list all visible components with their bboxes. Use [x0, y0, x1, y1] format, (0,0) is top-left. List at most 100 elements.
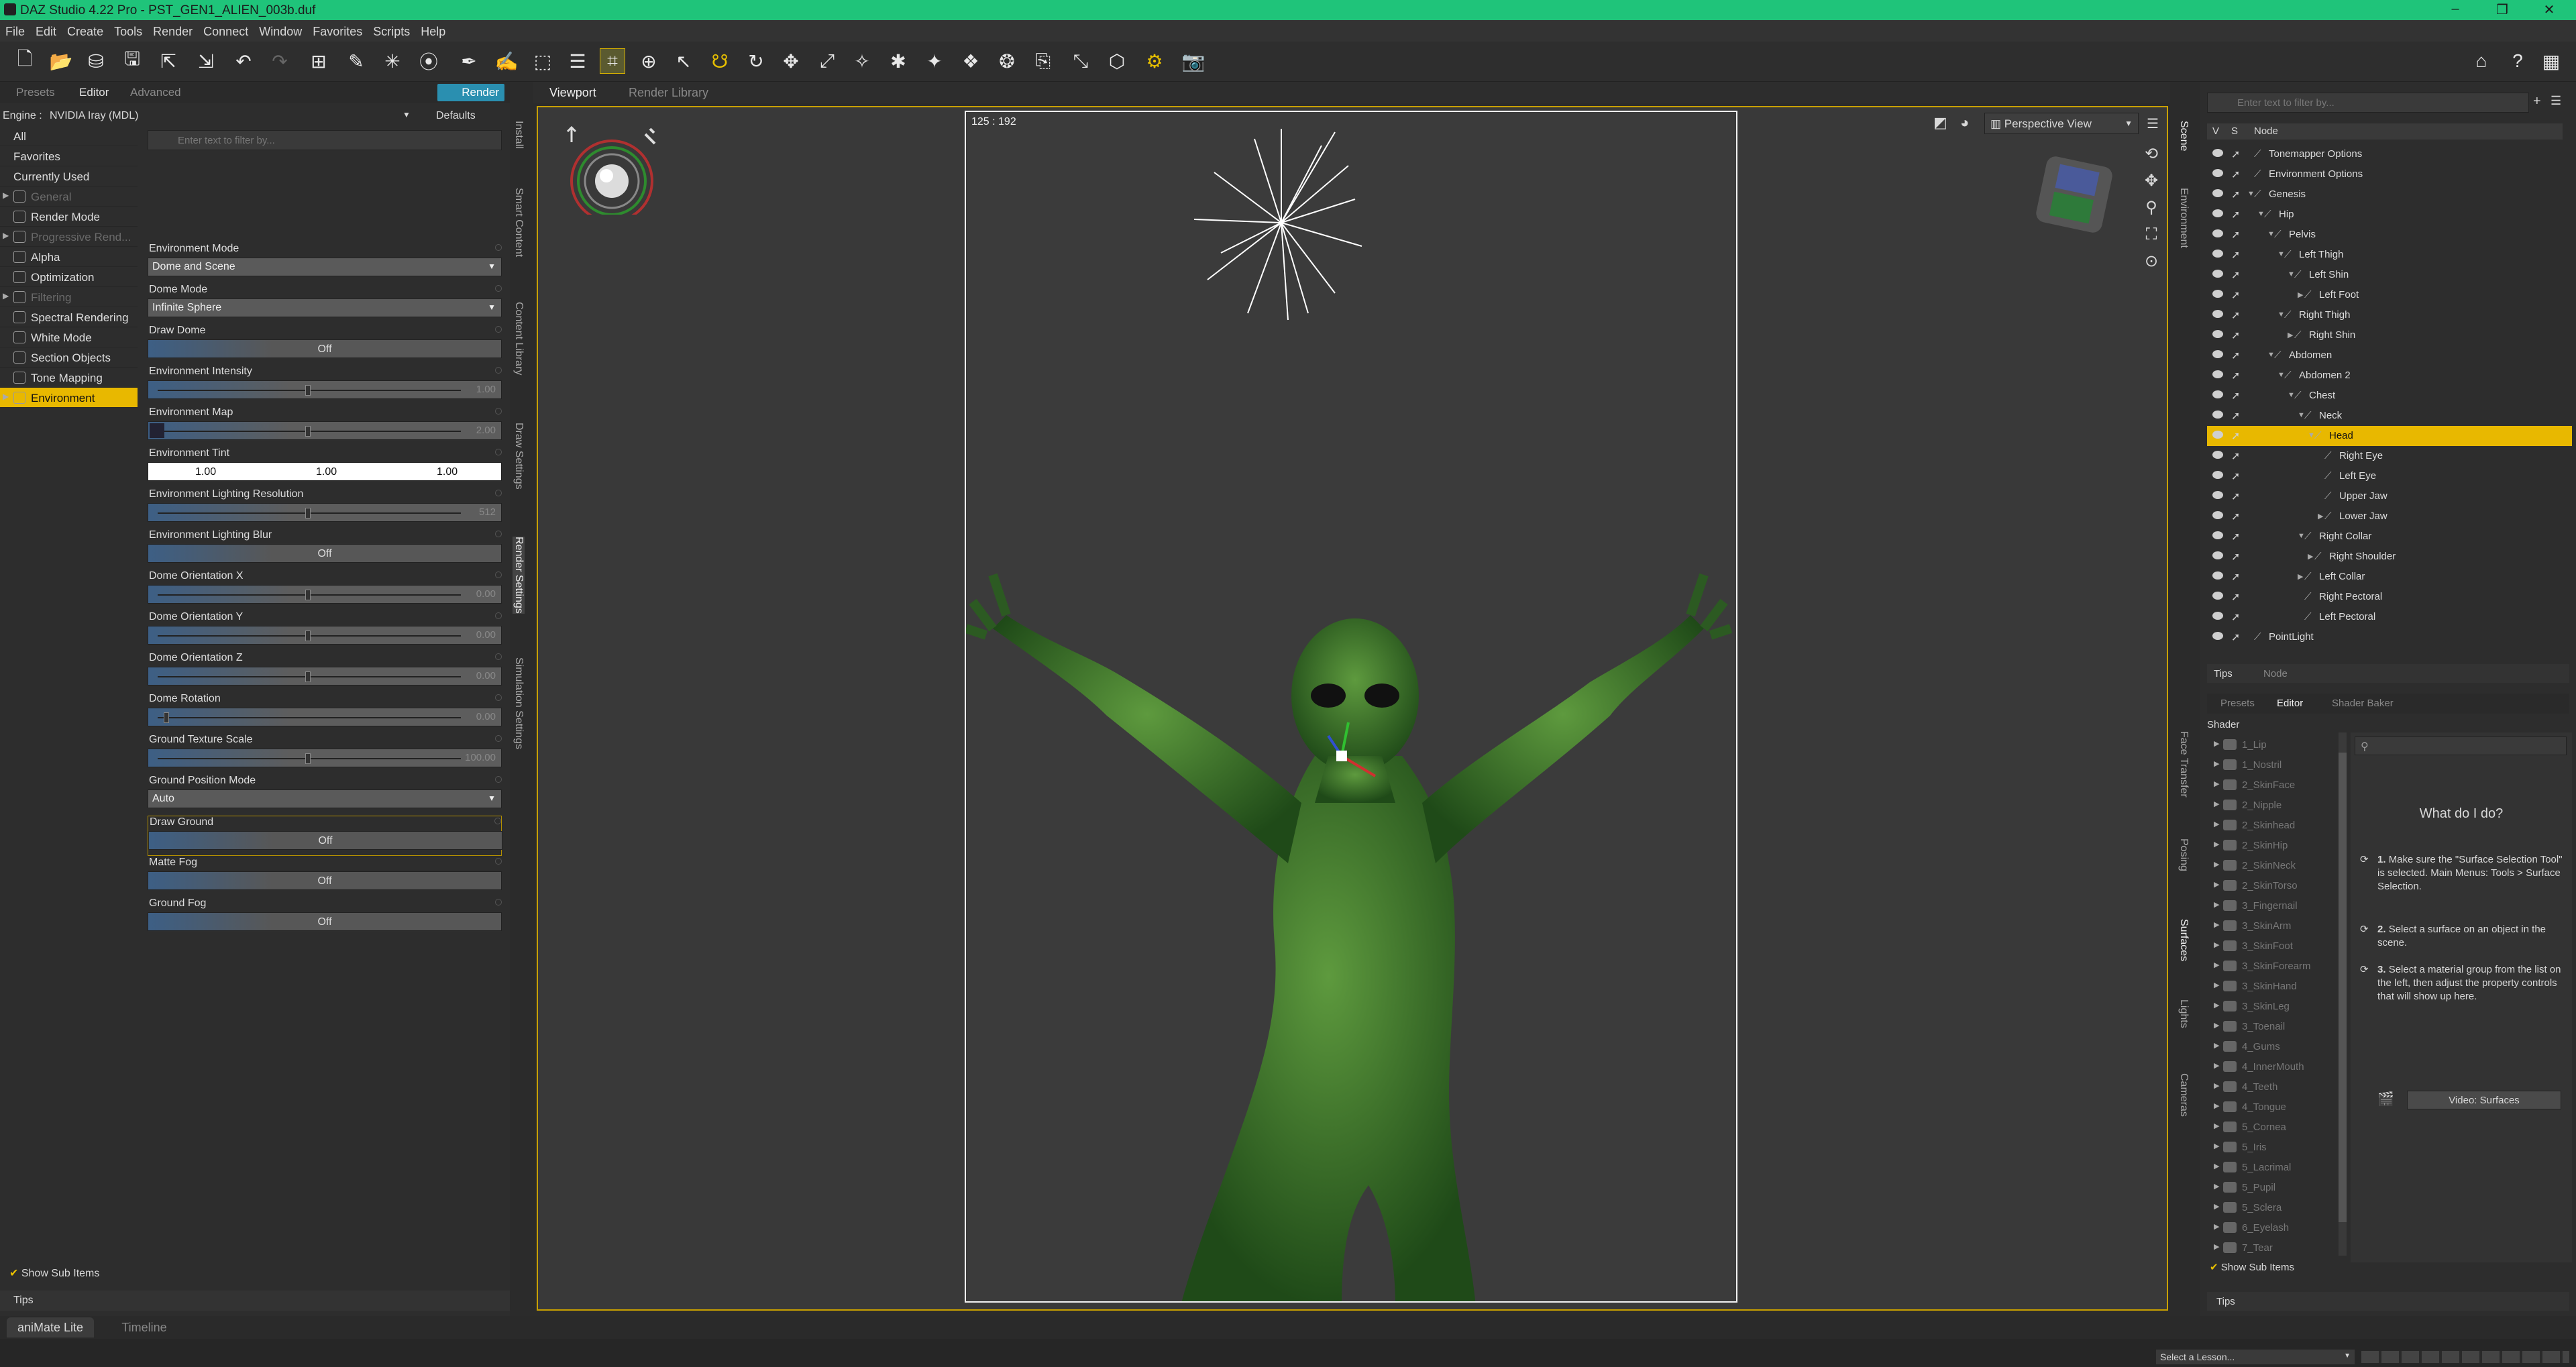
eye-icon[interactable] — [2212, 612, 2223, 620]
expand-icon[interactable]: ▶ — [2214, 1222, 2219, 1231]
slider-value[interactable]: 2.00 — [476, 425, 496, 436]
slider-knob[interactable] — [305, 671, 311, 682]
surface-tool-icon[interactable]: ⦿ — [416, 48, 441, 74]
selectable-icon[interactable]: ➚ — [2231, 610, 2240, 624]
pose-tool-icon[interactable]: ☋ — [707, 48, 733, 74]
selectable-icon[interactable]: ➚ — [2231, 268, 2240, 282]
joint-editor-icon[interactable]: ✎ — [343, 48, 369, 74]
tab-smart-content[interactable]: Smart Content — [513, 188, 525, 257]
selectable-icon[interactable]: ➚ — [2231, 329, 2240, 342]
prop-slider[interactable]: 0.00 — [148, 667, 502, 686]
tab-render-settings[interactable]: Render Settings — [513, 537, 525, 614]
selectable-icon[interactable]: ➚ — [2231, 349, 2240, 362]
expand-icon[interactable]: ▶ — [2214, 1122, 2219, 1130]
shader-item[interactable]: ▶ 4_Tongue — [2214, 1097, 2334, 1117]
tab-cameras[interactable]: Cameras — [2178, 1073, 2190, 1117]
view-cube[interactable] — [2034, 154, 2114, 235]
selectable-icon[interactable]: ➚ — [2231, 409, 2240, 423]
prop-options-icon[interactable] — [495, 612, 502, 619]
scale-icon[interactable]: ⤢ — [814, 48, 840, 74]
tab-shader-baker[interactable]: Shader Baker — [2332, 698, 2394, 709]
expand-icon[interactable]: ▶ — [2214, 1061, 2219, 1070]
menu-file[interactable]: File — [0, 20, 30, 44]
expand-icon[interactable]: ▶ — [2214, 800, 2219, 808]
shader-item[interactable]: ▶ 6_Eyelash — [2214, 1218, 2334, 1238]
eye-icon[interactable] — [2212, 451, 2223, 459]
tab-animate-lite[interactable]: aniMate Lite — [7, 1317, 94, 1337]
selectable-icon[interactable]: ➚ — [2231, 168, 2240, 181]
expand-icon[interactable]: ▶ — [2214, 880, 2219, 889]
selectable-icon[interactable]: ➚ — [2231, 248, 2240, 262]
prop-options-icon[interactable] — [495, 490, 502, 496]
redo-icon[interactable]: ↷ — [267, 48, 292, 74]
shader-item[interactable]: ▶ 3_SkinForearm — [2214, 956, 2334, 977]
scene-node-row[interactable]: ➚ ▼ ⟋ Hip — [2207, 205, 2572, 225]
shader-item[interactable]: ▶ 3_Toenail — [2214, 1017, 2334, 1037]
tab-surfaces-editor[interactable]: Editor — [2277, 698, 2303, 709]
tab-scene[interactable]: Scene — [2178, 121, 2190, 151]
prop-options-icon[interactable] — [495, 858, 502, 865]
tab-install[interactable]: Install — [513, 121, 525, 149]
scene-node-row[interactable]: ➚ ⟋ Right Eye — [2207, 446, 2572, 466]
eye-icon[interactable] — [2212, 189, 2223, 197]
shader-item[interactable]: ▶ 2_Nipple — [2214, 796, 2334, 816]
export-icon[interactable]: ⇲ — [193, 48, 219, 74]
region-select-icon[interactable]: ⬚ — [530, 48, 555, 74]
prop-slider[interactable]: 0.00 — [148, 585, 502, 604]
selectable-icon[interactable]: ➚ — [2231, 530, 2240, 543]
cube-icon[interactable]: ⬡ — [1104, 48, 1130, 74]
prop-options-icon[interactable] — [495, 367, 502, 374]
eye-icon[interactable] — [2212, 350, 2223, 358]
eye-icon[interactable] — [2212, 531, 2223, 539]
scene-editor-icon[interactable]: ⊞ — [306, 48, 331, 74]
eye-icon[interactable] — [2212, 270, 2223, 278]
lesson-select[interactable]: Select a Lesson... ▼ — [2156, 1350, 2355, 1364]
scene-node-row[interactable]: ➚ ▼ ⟋ Pelvis — [2207, 225, 2572, 245]
shader-item[interactable]: ▶ 3_Fingernail — [2214, 896, 2334, 916]
shader-item[interactable]: ▶ 3_SkinArm — [2214, 916, 2334, 936]
prop-options-icon[interactable] — [495, 571, 502, 578]
expand-icon[interactable]: ▶ — [2214, 1242, 2219, 1251]
expand-icon[interactable]: ▶ — [2288, 331, 2293, 339]
shader-item[interactable]: ▶ 3_SkinLeg — [2214, 997, 2334, 1017]
expand-icon[interactable]: ▶ — [2214, 1041, 2219, 1050]
prop-toggle[interactable]: Off — [148, 831, 502, 850]
expand-icon[interactable]: ▶ — [2298, 290, 2303, 299]
expand-icon[interactable]: ▶ — [2214, 940, 2219, 949]
scene-node-row[interactable]: ➚ ▼ ⟋ Head — [2207, 426, 2572, 446]
orbit-icon[interactable]: ⟲ — [2141, 141, 2161, 168]
select-icon[interactable]: ↖ — [671, 48, 696, 74]
selectable-icon[interactable]: ➚ — [2231, 228, 2240, 241]
figure-tool-icon[interactable]: ❖ — [958, 48, 983, 74]
scene-node-row[interactable]: ➚ ⟋ Left Pectoral — [2207, 607, 2572, 627]
frame-icon[interactable]: ⛶ — [2141, 221, 2161, 248]
expand-icon[interactable]: ▶ — [2214, 981, 2219, 989]
eye-icon[interactable] — [2212, 330, 2223, 338]
shader-item[interactable]: ▶ 5_Iris — [2214, 1138, 2334, 1158]
slider-knob[interactable] — [305, 508, 311, 518]
eye-icon[interactable] — [2212, 370, 2223, 378]
expand-icon[interactable]: ▶ — [2214, 779, 2219, 788]
shader-item[interactable]: ▶ 5_Lacrimal — [2214, 1158, 2334, 1178]
scene-node-row[interactable]: ➚ ⟋ PointLight — [2207, 627, 2572, 647]
slider-value[interactable]: 512 — [479, 506, 496, 518]
tab-surfaces-presets[interactable]: Presets — [2220, 698, 2255, 709]
shader-item[interactable]: ▶ 1_Nostril — [2214, 755, 2334, 775]
slider-value[interactable]: 0.00 — [476, 670, 496, 681]
eye-icon[interactable] — [2212, 209, 2223, 217]
minimize-icon[interactable]: – — [2435, 1, 2475, 17]
prop-slider[interactable]: 100.00 — [148, 749, 502, 767]
node-tool-icon[interactable]: ✱ — [885, 48, 911, 74]
prop-options-icon[interactable] — [495, 735, 502, 742]
prop-slider[interactable]: 1.00 — [148, 380, 502, 399]
selectable-icon[interactable]: ➚ — [2231, 490, 2240, 503]
spot-render-icon[interactable]: ✧ — [849, 48, 875, 74]
selectable-icon[interactable]: ➚ — [2231, 188, 2240, 201]
selectable-icon[interactable]: ➚ — [2231, 389, 2240, 402]
shader-item[interactable]: ▶ 2_SkinTorso — [2214, 876, 2334, 896]
expand-icon[interactable]: ▶ — [2214, 860, 2219, 869]
surfaces-tips-tab[interactable]: Tips — [2207, 1292, 2569, 1311]
scene-node-row[interactable]: ➚ ▶ ⟋ Right Shin — [2207, 325, 2572, 345]
shader-item[interactable]: ▶ 7_Tear — [2214, 1238, 2334, 1258]
shading-icon[interactable]: ◕ — [1960, 114, 1987, 134]
